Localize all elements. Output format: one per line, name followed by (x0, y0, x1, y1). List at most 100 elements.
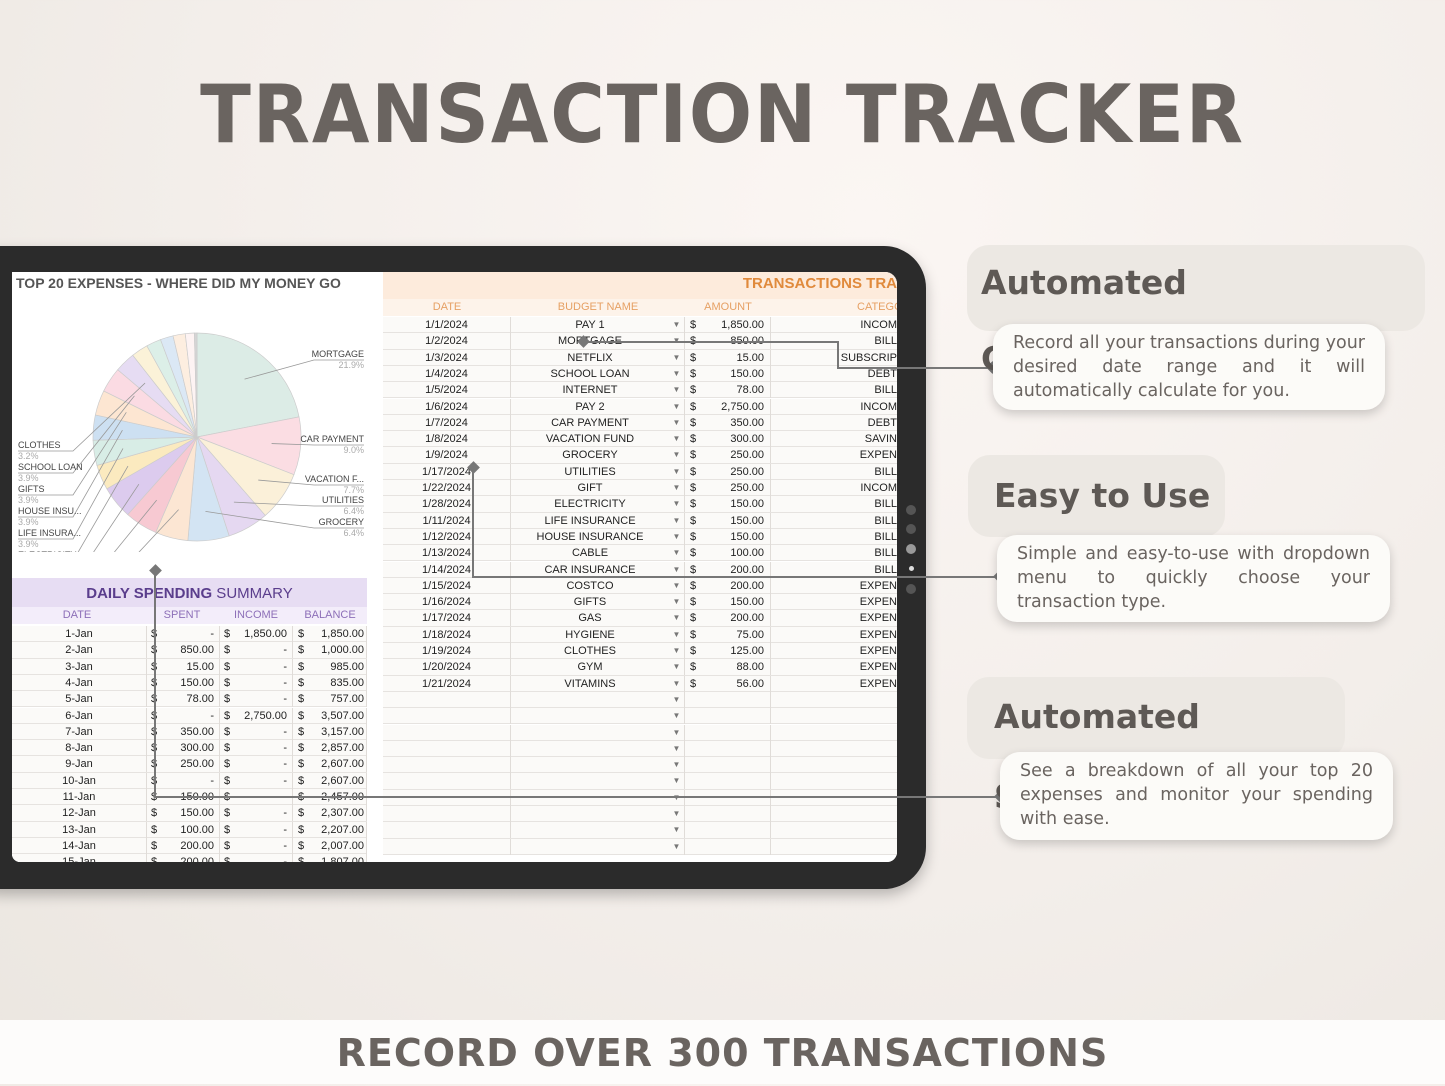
date-cell[interactable] (383, 724, 511, 741)
category-cell[interactable] (771, 757, 897, 773)
amount-cell[interactable] (685, 838, 771, 855)
dropdown-arrow-icon[interactable]: ▼ (669, 643, 685, 659)
dropdown-arrow-icon[interactable]: ▼ (669, 496, 685, 513)
dropdown-arrow-icon[interactable]: ▼ (669, 594, 685, 611)
date-cell[interactable]: 1/13/2024 (383, 545, 511, 562)
budget-name-cell[interactable]: ELECTRICITY (511, 496, 669, 512)
amount-cell[interactable]: 56.00 (685, 675, 771, 692)
amount-cell[interactable]: 200.00 (685, 610, 771, 627)
date-cell[interactable]: 1/3/2024 (383, 349, 511, 366)
budget-name-cell[interactable]: CAR PAYMENT (511, 415, 669, 431)
amount-cell[interactable] (685, 740, 771, 757)
category-cell[interactable]: DEBT (771, 415, 897, 431)
dropdown-arrow-icon[interactable]: ▼ (669, 773, 685, 790)
dropdown-arrow-icon[interactable]: ▼ (669, 365, 685, 382)
date-cell[interactable]: 1/12/2024 (383, 528, 511, 545)
dropdown-arrow-icon[interactable]: ▼ (669, 691, 685, 708)
category-cell[interactable]: EXPEN (771, 643, 897, 659)
budget-name-cell[interactable]: INTERNET (511, 382, 669, 398)
dropdown-arrow-icon[interactable]: ▼ (669, 349, 685, 366)
scroll-dot[interactable] (906, 505, 916, 515)
budget-name-cell[interactable]: GROCERY (511, 447, 669, 463)
category-cell[interactable] (771, 692, 897, 708)
dropdown-arrow-icon[interactable]: ▼ (669, 708, 685, 725)
category-cell[interactable]: BILL (771, 513, 897, 529)
category-cell[interactable] (771, 806, 897, 822)
category-cell[interactable]: BILL (771, 464, 897, 480)
budget-name-cell[interactable]: GAS (511, 610, 669, 626)
category-cell[interactable]: EXPEN (771, 676, 897, 692)
amount-cell[interactable]: 75.00 (685, 626, 771, 643)
amount-cell[interactable]: 250.00 (685, 480, 771, 496)
date-cell[interactable]: 1/11/2024 (383, 512, 511, 529)
date-cell[interactable] (383, 740, 511, 757)
amount-cell[interactable]: 100.00 (685, 545, 771, 562)
amount-cell[interactable]: 150.00 (685, 512, 771, 529)
date-cell[interactable]: 1/4/2024 (383, 365, 511, 382)
category-cell[interactable]: EXPEN (771, 610, 897, 626)
dropdown-arrow-icon[interactable]: ▼ (669, 610, 685, 627)
dropdown-arrow-icon[interactable]: ▼ (669, 757, 685, 774)
amount-cell[interactable]: 1,850.00 (685, 317, 771, 333)
category-cell[interactable]: SUBSCRIP (771, 350, 897, 366)
date-cell[interactable] (383, 822, 511, 839)
date-cell[interactable]: 1/18/2024 (383, 626, 511, 643)
amount-cell[interactable]: 150.00 (685, 496, 771, 513)
date-cell[interactable] (383, 691, 511, 708)
category-cell[interactable]: EXPEN (771, 659, 897, 675)
date-cell[interactable]: 1/9/2024 (383, 447, 511, 464)
dropdown-arrow-icon[interactable]: ▼ (669, 512, 685, 529)
dropdown-arrow-icon[interactable]: ▼ (669, 740, 685, 757)
date-cell[interactable]: 1/28/2024 (383, 496, 511, 513)
date-cell[interactable]: 1/1/2024 (383, 317, 511, 333)
category-cell[interactable]: BILL (771, 496, 897, 512)
budget-name-cell[interactable]: CABLE (511, 545, 669, 561)
budget-name-cell[interactable] (511, 822, 669, 838)
dropdown-arrow-icon[interactable]: ▼ (669, 806, 685, 822)
dropdown-arrow-icon[interactable]: ▼ (669, 431, 685, 448)
budget-name-cell[interactable]: UTILITIES (511, 464, 669, 480)
category-cell[interactable]: EXPEN (771, 578, 897, 594)
dropdown-arrow-icon[interactable]: ▼ (669, 626, 685, 643)
dropdown-arrow-icon[interactable]: ▼ (669, 447, 685, 464)
budget-name-cell[interactable] (511, 839, 669, 855)
date-cell[interactable]: 1/22/2024 (383, 480, 511, 496)
budget-name-cell[interactable] (511, 757, 669, 773)
budget-name-cell[interactable]: SCHOOL LOAN (511, 366, 669, 382)
budget-name-cell[interactable] (511, 725, 669, 741)
budget-name-cell[interactable]: HYGIENE (511, 627, 669, 643)
category-cell[interactable]: INCOM (771, 399, 897, 415)
date-cell[interactable]: 1/19/2024 (383, 643, 511, 659)
scroll-dot[interactable] (906, 584, 916, 594)
budget-name-cell[interactable]: GIFT (511, 480, 669, 496)
budget-name-cell[interactable] (511, 773, 669, 789)
date-cell[interactable]: 1/2/2024 (383, 333, 511, 350)
date-cell[interactable]: 1/21/2024 (383, 675, 511, 692)
date-cell[interactable]: 1/17/2024 (383, 463, 511, 480)
category-cell[interactable]: SAVIN (771, 431, 897, 447)
date-cell[interactable]: 1/16/2024 (383, 594, 511, 611)
date-cell[interactable] (383, 806, 511, 822)
date-cell[interactable] (383, 773, 511, 790)
budget-name-cell[interactable] (511, 692, 669, 708)
budget-name-cell[interactable] (511, 806, 669, 822)
date-cell[interactable]: 1/7/2024 (383, 414, 511, 431)
category-cell[interactable]: INCOM (771, 317, 897, 333)
budget-name-cell[interactable]: VACATION FUND (511, 431, 669, 447)
dropdown-arrow-icon[interactable]: ▼ (669, 675, 685, 692)
category-cell[interactable]: EXPEN (771, 594, 897, 610)
category-cell[interactable] (771, 839, 897, 855)
scroll-dot[interactable] (906, 544, 916, 554)
date-cell[interactable] (383, 757, 511, 774)
amount-cell[interactable] (685, 773, 771, 790)
dropdown-arrow-icon[interactable]: ▼ (669, 480, 685, 496)
scroll-dot[interactable] (909, 566, 914, 571)
dropdown-arrow-icon[interactable]: ▼ (669, 382, 685, 399)
category-cell[interactable] (771, 708, 897, 724)
dropdown-arrow-icon[interactable]: ▼ (669, 528, 685, 545)
amount-cell[interactable] (685, 757, 771, 774)
budget-name-cell[interactable]: LIFE INSURANCE (511, 513, 669, 529)
category-cell[interactable]: EXPEN (771, 447, 897, 463)
budget-name-cell[interactable]: VITAMINS (511, 676, 669, 692)
amount-cell[interactable]: 200.00 (685, 577, 771, 594)
